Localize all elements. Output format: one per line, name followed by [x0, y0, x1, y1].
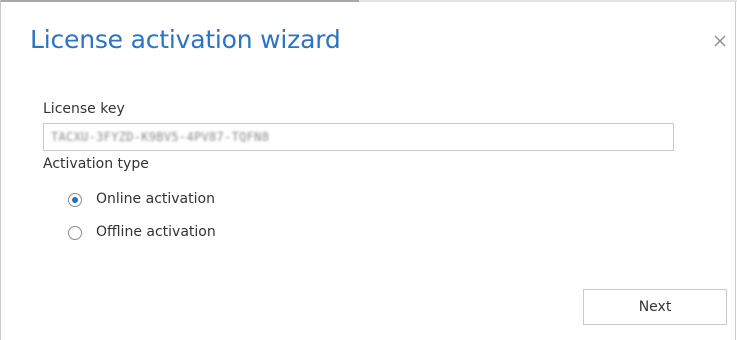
license-key-field[interactable]: TACXU-3FYZD-K9BV5-4PV87-TQFN8 — [43, 123, 674, 151]
next-button[interactable]: Next — [583, 289, 727, 325]
offline-activation-label: Offline activation — [96, 224, 216, 240]
close-icon — [714, 35, 726, 47]
dialog-title: License activation wizard — [30, 25, 341, 54]
online-activation-radio[interactable] — [68, 193, 82, 207]
offline-activation-radio[interactable] — [68, 226, 82, 240]
license-key-label: License key — [43, 101, 125, 117]
activation-type-label: Activation type — [43, 156, 149, 172]
license-key-value: TACXU-3FYZD-K9BV5-4PV87-TQFN8 — [51, 130, 270, 144]
top-border-highlight — [1, 0, 359, 2]
online-activation-label: Online activation — [96, 191, 215, 207]
close-button[interactable] — [710, 31, 730, 51]
license-activation-dialog: License activation wizard License key TA… — [0, 0, 737, 340]
